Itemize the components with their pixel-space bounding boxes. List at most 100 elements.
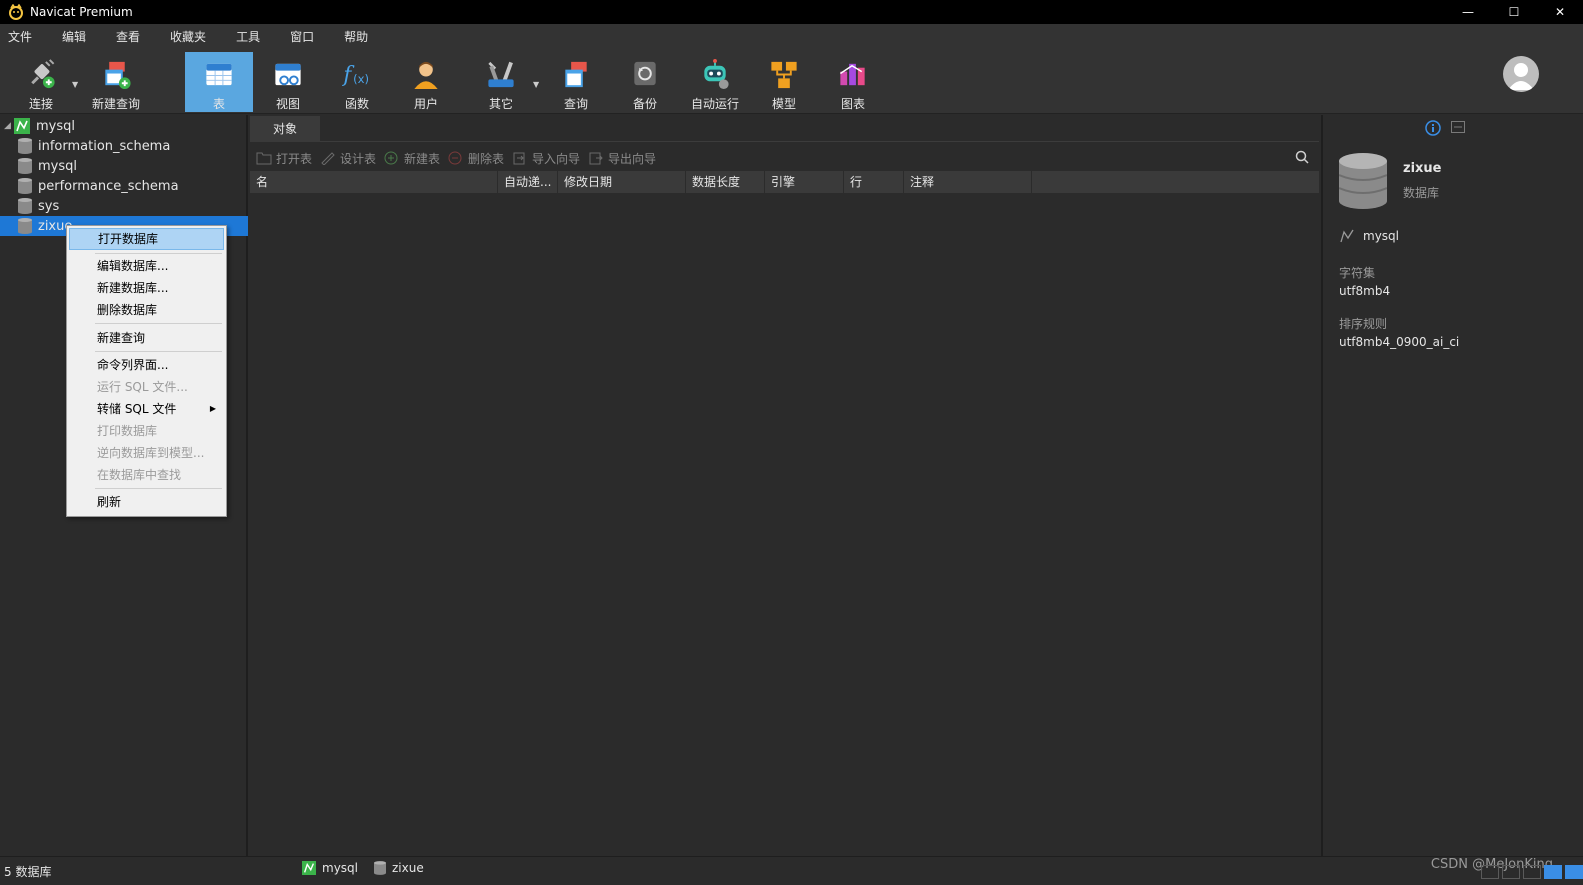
avatar[interactable]	[1503, 56, 1539, 92]
collation-value: utf8mb4_0900_ai_ci	[1339, 335, 1460, 349]
search-icon[interactable]	[1295, 150, 1309, 164]
close-button[interactable]: ✕	[1537, 0, 1583, 24]
other-dropdown-icon[interactable]: ▼	[533, 80, 539, 89]
design-table-label: 设计表	[340, 151, 377, 166]
new-query-icon	[105, 61, 131, 90]
minimize-button[interactable]: —	[1445, 0, 1491, 24]
tree-db-information-schema[interactable]: information_schema	[0, 136, 248, 156]
chart-label: 图表	[840, 97, 865, 111]
new-query-label: 新建查询	[91, 97, 140, 111]
column-comment[interactable]: 注释	[904, 171, 1032, 193]
title-bar: Navicat Premium — ☐ ✕	[0, 0, 1583, 24]
ctx-run-sql-file: 运行 SQL 文件...	[97, 380, 188, 394]
ctx-open-database[interactable]: 打开数据库	[69, 228, 224, 250]
query-label: 查询	[563, 97, 588, 111]
design-table-button[interactable]: 设计表	[320, 149, 376, 167]
column-data-length[interactable]: 数据长度	[686, 171, 765, 193]
column-auto-increment[interactable]: 自动递...	[498, 171, 558, 193]
menu-edit[interactable]: 编辑	[54, 24, 94, 50]
status-connection: mysql	[302, 861, 358, 875]
list-view-icon[interactable]	[1481, 865, 1499, 879]
ctx-print-database: 打印数据库	[97, 424, 158, 438]
database-icon	[18, 218, 32, 234]
menu-help[interactable]: 帮助	[336, 24, 376, 50]
menu-file[interactable]: 文件	[0, 24, 40, 50]
object-table-header: 名 自动递... 修改日期 数据长度 引擎 行 注释	[250, 171, 1319, 193]
tree-connection-mysql[interactable]: ◢ mysql	[0, 116, 248, 136]
grid-view-icon[interactable]	[1523, 865, 1541, 879]
user-button[interactable]: 用户	[393, 52, 459, 112]
ddl-icon[interactable]	[1451, 121, 1465, 133]
ctx-console[interactable]: 命令列界面...	[69, 354, 224, 376]
model-button[interactable]: 模型	[751, 52, 817, 112]
view-button[interactable]: 视图	[255, 52, 321, 112]
table-icon	[206, 63, 232, 86]
new-table-label: 新建表	[404, 151, 441, 166]
connect-button[interactable]: 连接	[8, 52, 74, 112]
info-panel: zixue 数据库 mysql 字符集 utf8mb4 排序规则 utf8mb4…	[1321, 115, 1583, 856]
query-icon	[565, 61, 587, 88]
database-large-icon	[1339, 153, 1387, 209]
detail-view-icon[interactable]	[1502, 865, 1520, 879]
new-query-button[interactable]: 新建查询	[83, 52, 149, 112]
svg-text:(x): (x)	[353, 72, 369, 86]
ctx-refresh[interactable]: 刷新	[69, 491, 224, 513]
chart-button[interactable]: 图表	[820, 52, 886, 112]
export-wizard-button[interactable]: 导出向导	[588, 149, 656, 167]
main-toolbar: 连接 ▼ 新建查询 表 视图 f (x) 函数 用户 其它 ▼ 查询 备份 自动…	[0, 50, 1583, 114]
query-button[interactable]: 查询	[543, 52, 609, 112]
database-name: performance_schema	[38, 178, 179, 194]
automation-button[interactable]: 自动运行	[682, 52, 748, 112]
menu-tools[interactable]: 工具	[228, 24, 268, 50]
new-table-button[interactable]: 新建表	[384, 149, 440, 167]
info-icon[interactable]	[1425, 120, 1441, 136]
column-name[interactable]: 名	[250, 171, 498, 193]
collapse-arrow-icon[interactable]: ◢	[4, 121, 14, 131]
collation-label: 排序规则	[1339, 317, 1388, 331]
open-folder-icon	[256, 152, 272, 165]
ctx-edit-database[interactable]: 编辑数据库...	[69, 255, 224, 277]
tab-object[interactable]: 对象	[250, 116, 320, 142]
tree-db-sys[interactable]: sys	[0, 196, 248, 216]
menu-window[interactable]: 窗口	[282, 24, 322, 50]
backup-icon	[634, 61, 656, 86]
minimize-icon: —	[1462, 5, 1474, 19]
menu-separator	[95, 488, 222, 489]
maximize-icon: ☐	[1508, 5, 1520, 19]
view-icon	[275, 63, 301, 86]
tree-db-performance-schema[interactable]: performance_schema	[0, 176, 248, 196]
ctx-reverse-to-model: 逆向数据库到模型...	[97, 446, 205, 460]
ctx-new-database[interactable]: 新建数据库...	[69, 277, 224, 299]
menu-view[interactable]: 查看	[108, 24, 148, 50]
database-name: mysql	[38, 158, 77, 174]
maximize-button[interactable]: ☐	[1491, 0, 1537, 24]
other-button[interactable]: 其它	[468, 52, 534, 112]
ctx-new-query[interactable]: 新建查询	[69, 327, 224, 349]
connect-dropdown-icon[interactable]: ▼	[72, 80, 78, 89]
table-button[interactable]: 表	[185, 52, 253, 112]
ctx-dump-sql-file[interactable]: 转储 SQL 文件 ▶	[69, 398, 224, 420]
column-rows[interactable]: 行	[844, 171, 904, 193]
import-wizard-button[interactable]: 导入向导	[512, 149, 580, 167]
import-icon	[513, 152, 525, 165]
charset-label: 字符集	[1339, 266, 1376, 280]
function-button[interactable]: f (x) 函数	[324, 52, 390, 112]
column-engine[interactable]: 引擎	[765, 171, 844, 193]
info-connection-name: mysql	[1363, 229, 1399, 243]
status-database: zixue	[374, 861, 424, 875]
other-label: 其它	[488, 97, 513, 111]
status-connection-name: mysql	[322, 861, 358, 875]
column-modified-date[interactable]: 修改日期	[558, 171, 686, 193]
backup-button[interactable]: 备份	[612, 52, 678, 112]
ctx-delete-database[interactable]: 删除数据库	[69, 299, 224, 321]
panel-toggle-icon[interactable]	[1565, 865, 1583, 879]
mysql-connection-icon	[14, 118, 30, 134]
open-table-button[interactable]: 打开表	[256, 149, 312, 167]
function-label: 函数	[344, 97, 369, 111]
tree-db-mysql[interactable]: mysql	[0, 156, 248, 176]
info-panel-toggle-icon[interactable]	[1544, 865, 1562, 879]
plus-circle-icon	[384, 151, 398, 165]
delete-table-button[interactable]: 删除表	[448, 149, 504, 167]
menu-favorites[interactable]: 收藏夹	[162, 24, 214, 50]
plug-icon	[31, 59, 55, 89]
